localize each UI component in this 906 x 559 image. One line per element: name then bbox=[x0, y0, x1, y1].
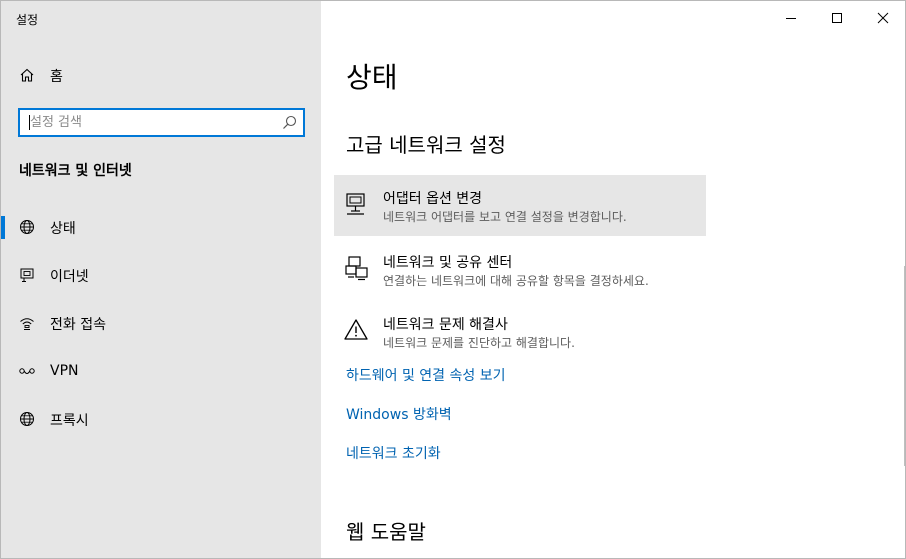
vpn-icon bbox=[19, 364, 35, 380]
option-title: 네트워크 문제 해결사 bbox=[383, 317, 508, 333]
search-input[interactable] bbox=[20, 110, 275, 135]
network-sharing-center-button[interactable]: 네트워크 및 공유 센터 연결하는 네트워크에 대해 공유할 항목을 결정하세요… bbox=[334, 239, 706, 300]
home-label: 홈 bbox=[50, 69, 63, 85]
sharing-center-icon bbox=[344, 255, 370, 281]
network-reset-link[interactable]: 네트워크 초기화 bbox=[346, 443, 441, 463]
maximize-icon bbox=[832, 13, 842, 23]
sidebar-item-proxy[interactable]: 프록시 bbox=[1, 400, 321, 438]
sidebar-item-label: VPN bbox=[50, 363, 79, 379]
option-description: 연결하는 네트워크에 대해 공유할 항목을 결정하세요. bbox=[383, 274, 649, 288]
page-title: 상태 bbox=[346, 61, 398, 94]
hardware-connection-properties-link[interactable]: 하드웨어 및 연결 속성 보기 bbox=[346, 365, 505, 385]
sidebar-section-title: 네트워크 및 인터넷 bbox=[19, 163, 132, 179]
option-description: 네트워크 어댑터를 보고 연결 설정을 변경합니다. bbox=[383, 210, 627, 224]
option-description: 네트워크 문제를 진단하고 해결합니다. bbox=[383, 336, 575, 350]
close-icon bbox=[877, 12, 889, 24]
sidebar-item-label: 상태 bbox=[50, 221, 76, 237]
settings-window: 설정 홈 네트워크 및 인터넷 상태 이더넷 bbox=[0, 0, 906, 559]
maximize-button[interactable] bbox=[814, 1, 860, 35]
app-title: 설정 bbox=[16, 13, 39, 27]
change-adapter-options-button[interactable]: 어댑터 옵션 변경 네트워크 어댑터를 보고 연결 설정을 변경합니다. bbox=[334, 175, 706, 236]
search-icon[interactable] bbox=[282, 115, 297, 130]
search-box[interactable] bbox=[18, 108, 305, 137]
minimize-button[interactable] bbox=[768, 1, 814, 35]
sidebar-item-label: 이더넷 bbox=[50, 269, 89, 285]
option-title: 어댑터 옵션 변경 bbox=[383, 191, 483, 207]
sidebar-item-status[interactable]: 상태 bbox=[1, 208, 321, 246]
close-button[interactable] bbox=[860, 1, 905, 35]
ethernet-icon bbox=[19, 267, 35, 283]
dialup-icon bbox=[19, 315, 35, 331]
minimize-icon bbox=[786, 18, 796, 19]
text-cursor bbox=[29, 115, 30, 130]
adapter-icon bbox=[344, 191, 370, 217]
warning-icon bbox=[344, 317, 370, 343]
section-heading-advanced: 고급 네트워크 설정 bbox=[346, 133, 506, 157]
sidebar-item-vpn[interactable]: VPN bbox=[1, 353, 321, 391]
sidebar-item-label: 전화 접속 bbox=[50, 317, 106, 333]
option-title: 네트워크 및 공유 센터 bbox=[383, 255, 513, 271]
globe-icon bbox=[19, 411, 35, 427]
sidebar-item-label: 프록시 bbox=[50, 413, 89, 429]
network-troubleshooter-button[interactable]: 네트워크 문제 해결사 네트워크 문제를 진단하고 해결합니다. bbox=[334, 301, 706, 362]
globe-icon bbox=[19, 219, 35, 235]
home-icon bbox=[19, 67, 35, 83]
sidebar: 설정 홈 네트워크 및 인터넷 상태 이더넷 bbox=[1, 1, 321, 558]
sidebar-item-dialup[interactable]: 전화 접속 bbox=[1, 304, 321, 342]
sidebar-item-ethernet[interactable]: 이더넷 bbox=[1, 256, 321, 294]
section-heading-web-help: 웹 도움말 bbox=[346, 520, 426, 544]
sidebar-item-home[interactable]: 홈 bbox=[1, 61, 321, 91]
main-content: 상태 고급 네트워크 설정 어댑터 옵션 변경 네트워크 어댑터를 보고 연결 … bbox=[321, 1, 905, 558]
windows-firewall-link[interactable]: Windows 방화벽 bbox=[346, 404, 452, 424]
